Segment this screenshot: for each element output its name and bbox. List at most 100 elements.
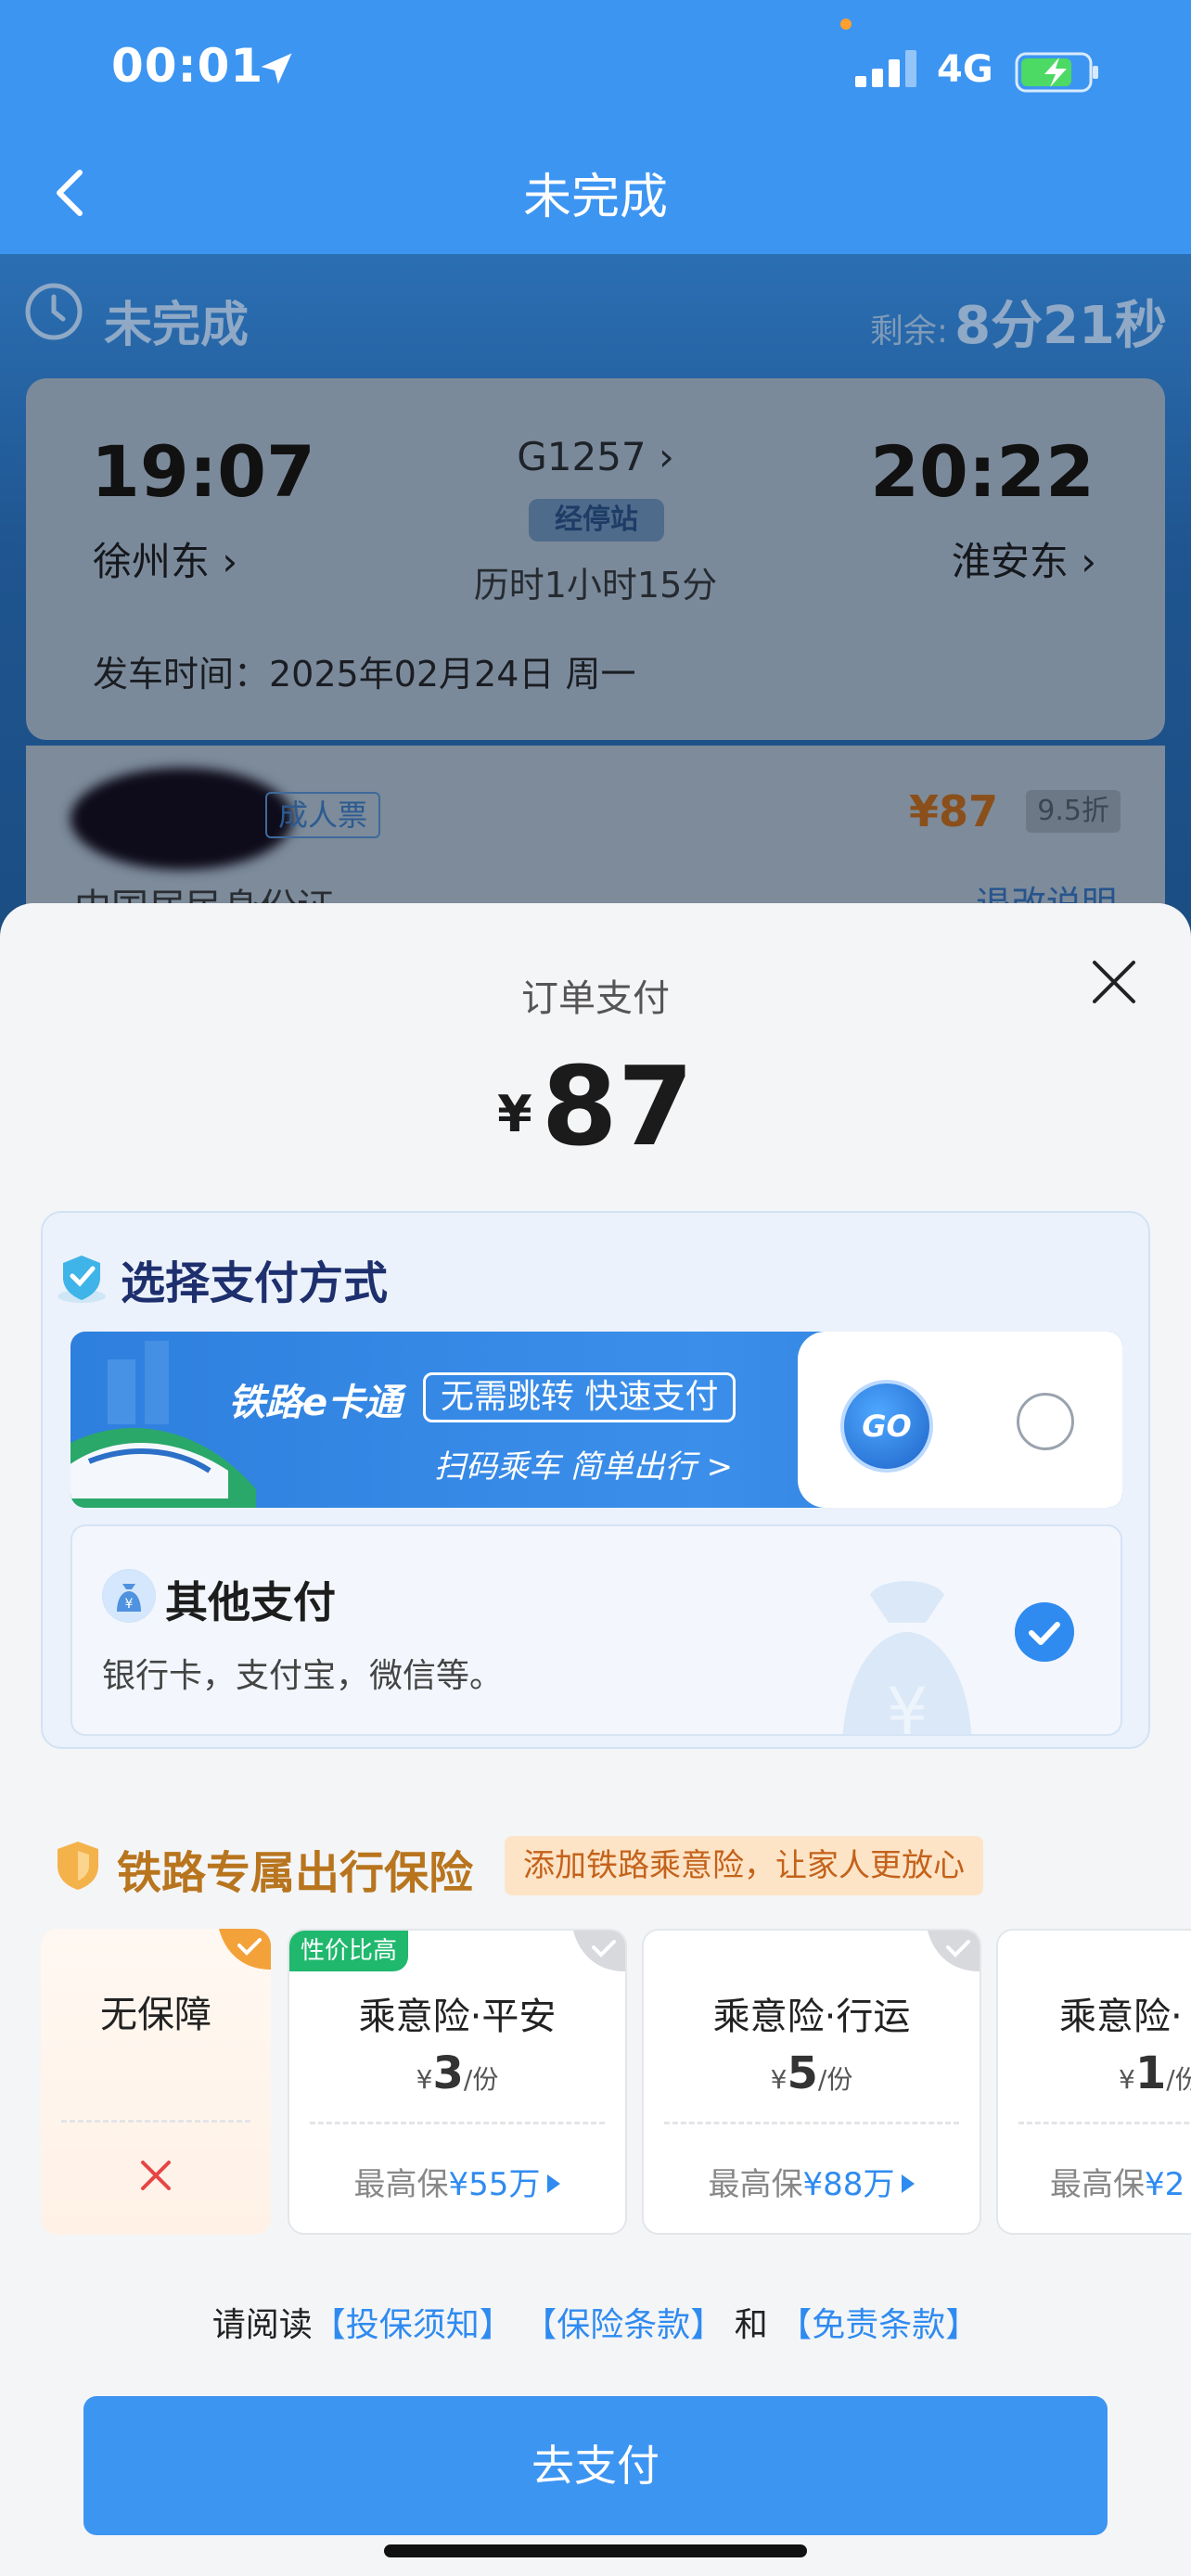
order-status-row: 未完成 剩余: 8分21秒 [24, 274, 1167, 356]
network-type: 4G [937, 48, 993, 91]
svg-text:¥: ¥ [125, 1597, 134, 1612]
insurance-header: 铁路专属出行保险 [117, 1847, 474, 1899]
insurance-option-pingan[interactable]: 性价比高 乘意险·平安 ¥3/份 最高保¥55万 [288, 1929, 627, 2235]
train-number-label: G1257 [517, 434, 647, 479]
dashed-divider [310, 2122, 605, 2124]
status-time: 00:01 [111, 39, 264, 93]
max-coverage-value: ¥2 [1145, 2166, 1185, 2203]
payment-method-header: 选择支付方式 [121, 1257, 389, 1309]
remaining-time: 8分21秒 [954, 296, 1167, 356]
ticket-price: ¥87 [908, 786, 998, 836]
other-payment-title: 其他支付 [165, 1577, 336, 1627]
price-value: 3 [432, 2047, 464, 2099]
ecard-subtitle: 扫码乘车 简单出行 > [434, 1448, 734, 1486]
price-unit: /份 [817, 2064, 853, 2095]
battery-charging-icon [1015, 52, 1098, 93]
pay-button[interactable]: 去支付 [83, 2396, 1108, 2535]
signal-bars-icon [855, 48, 916, 87]
unselected-corner-check-icon [573, 1931, 625, 1971]
expand-triangle-icon [547, 2174, 561, 2193]
max-coverage-label: 最高保 [708, 2166, 803, 2203]
amount-value: 87 [541, 1042, 694, 1170]
max-coverage-label: 最高保 [353, 2166, 449, 2203]
order-status-title: 未完成 [104, 298, 250, 353]
yen-symbol: ¥ [770, 2064, 788, 2095]
trip-card: 19:07 20:22 徐州东 › 淮安东 › G1257 › 经停站 历时1小… [26, 378, 1165, 740]
max-coverage: 最高保¥88万 [644, 2159, 980, 2204]
notice-link[interactable]: 【投保须知】 [313, 2306, 513, 2344]
other-payment-subtitle: 银行卡，支付宝，微信等。 [102, 1657, 504, 1695]
payment-amount: ¥87 [0, 1042, 1191, 1170]
insurance-price: ¥3/份 [289, 2047, 625, 2099]
shield-wallet-icon [58, 1256, 106, 1303]
clock-icon [25, 283, 83, 340]
redaction-scribble [70, 768, 293, 870]
dashed-divider [1018, 2122, 1191, 2124]
no-coverage-x-icon [141, 2161, 171, 2190]
insurance-option-none[interactable]: 无保障 [41, 1929, 271, 2235]
order-detail-background: 未完成 剩余: 8分21秒 19:07 20:22 徐州东 › 淮安东 › G1… [0, 254, 1191, 1024]
status-bar: 00:01 4G [0, 0, 1191, 139]
svg-text:¥: ¥ [887, 1674, 928, 1736]
other-payment-radio-checked[interactable] [1015, 1602, 1074, 1662]
train-number[interactable]: G1257 › [26, 434, 1165, 479]
insurance-option-xingyun[interactable]: 乘意险·行运 ¥5/份 最高保¥88万 [642, 1929, 981, 2235]
money-bag-watermark-icon: ¥ [842, 1581, 972, 1736]
ecard-slogan: 无需跳转 快速支付 [423, 1372, 736, 1422]
sheet-title: 订单支付 [521, 977, 670, 1020]
remaining-label: 剩余: [869, 312, 948, 351]
go-button[interactable]: GO [840, 1380, 933, 1473]
discount-badge: 9.5折 [1026, 790, 1121, 833]
dashed-divider [61, 2120, 250, 2123]
price-value: 1 [1134, 2047, 1167, 2099]
close-icon[interactable] [1089, 957, 1139, 1007]
insurance-option-partial[interactable]: 乘意险· ¥1/份 最高保¥2 [996, 1929, 1191, 2235]
terms-and: 和 [734, 2306, 768, 2344]
value-badge: 性价比高 [289, 1931, 409, 1971]
insurance-option-name: 乘意险· [1059, 1996, 1183, 2038]
disclaimer-link[interactable]: 【免责条款】 [778, 2306, 979, 2344]
other-payment-option[interactable]: ¥ ¥ 其他支付 银行卡，支付宝，微信等。 [70, 1524, 1122, 1736]
yen-symbol: ¥ [1119, 2064, 1135, 2095]
policy-terms-link[interactable]: 【保险条款】 [523, 2306, 724, 2344]
stops-badge[interactable]: 经停站 [529, 499, 664, 542]
ecard-radio[interactable] [1017, 1393, 1074, 1450]
railway-ecard-option[interactable]: 铁路e卡通 无需跳转 快速支付 扫码乘车 简单出行 > GO [70, 1332, 1122, 1508]
dashed-divider [664, 2122, 959, 2124]
payment-sheet: 订单支付 ¥87 选择支付方式 铁路e卡通 无需跳转 快速支付 扫码乘车 简单出… [0, 903, 1191, 2576]
insurance-price: ¥1/份 [998, 2047, 1191, 2099]
insurance-option-name: 乘意险·平安 [358, 1996, 557, 2038]
location-arrow-icon [261, 53, 292, 84]
price-unit: /份 [463, 2064, 499, 2095]
yen-symbol: ¥ [416, 2064, 433, 2095]
ticket-type-badge: 成人票 [265, 792, 381, 838]
max-coverage-value: ¥55万 [448, 2166, 541, 2203]
insurance-options: 无保障 性价比高 乘意险·平安 ¥3/份 最高保¥55万 乘意险·行运 ¥5/份… [41, 1929, 1191, 2235]
insurance-option-name: 无保障 [100, 1994, 211, 2036]
insurance-option-name: 乘意险·行运 [712, 1996, 911, 2038]
page: 00:01 4G 未完成 未完成 剩余: 8分21秒 19:07 20:22 徐… [0, 0, 1191, 2576]
selected-corner-check-icon [219, 1929, 271, 1970]
max-coverage: 最高保¥2 [998, 2159, 1191, 2204]
currency-symbol: ¥ [497, 1085, 532, 1143]
privacy-indicator-dot [840, 19, 852, 30]
price-value: 5 [787, 2047, 818, 2099]
ecard-brand: 铁路e卡通 [228, 1382, 403, 1424]
price-unit: /份 [1166, 2064, 1191, 2095]
home-indicator [384, 2544, 807, 2557]
insurance-promo-tag: 添加铁路乘意险，让家人更放心 [505, 1836, 983, 1895]
max-coverage: 最高保¥55万 [289, 2159, 625, 2204]
max-coverage-value: ¥88万 [802, 2166, 895, 2203]
money-bag-icon: ¥ [102, 1569, 156, 1623]
nav-bar: 未完成 [0, 139, 1191, 254]
insurance-shield-icon [58, 1842, 98, 1890]
terms-prefix: 请阅读 [211, 2306, 313, 2344]
terms-line: 请阅读【投保须知】 【保险条款】 和 【免责条款】 [0, 2298, 1191, 2346]
max-coverage-label: 最高保 [1050, 2166, 1145, 2203]
page-title: 未完成 [522, 170, 668, 225]
insurance-price: ¥5/份 [644, 2047, 980, 2099]
expand-triangle-icon [902, 2174, 916, 2193]
trip-duration: 历时1小时15分 [473, 565, 718, 606]
payment-method-box: 选择支付方式 铁路e卡通 无需跳转 快速支付 扫码乘车 简单出行 > GO ¥ … [41, 1211, 1150, 1749]
departure-date: 发车时间：2025年02月24日 周一 [93, 654, 636, 695]
